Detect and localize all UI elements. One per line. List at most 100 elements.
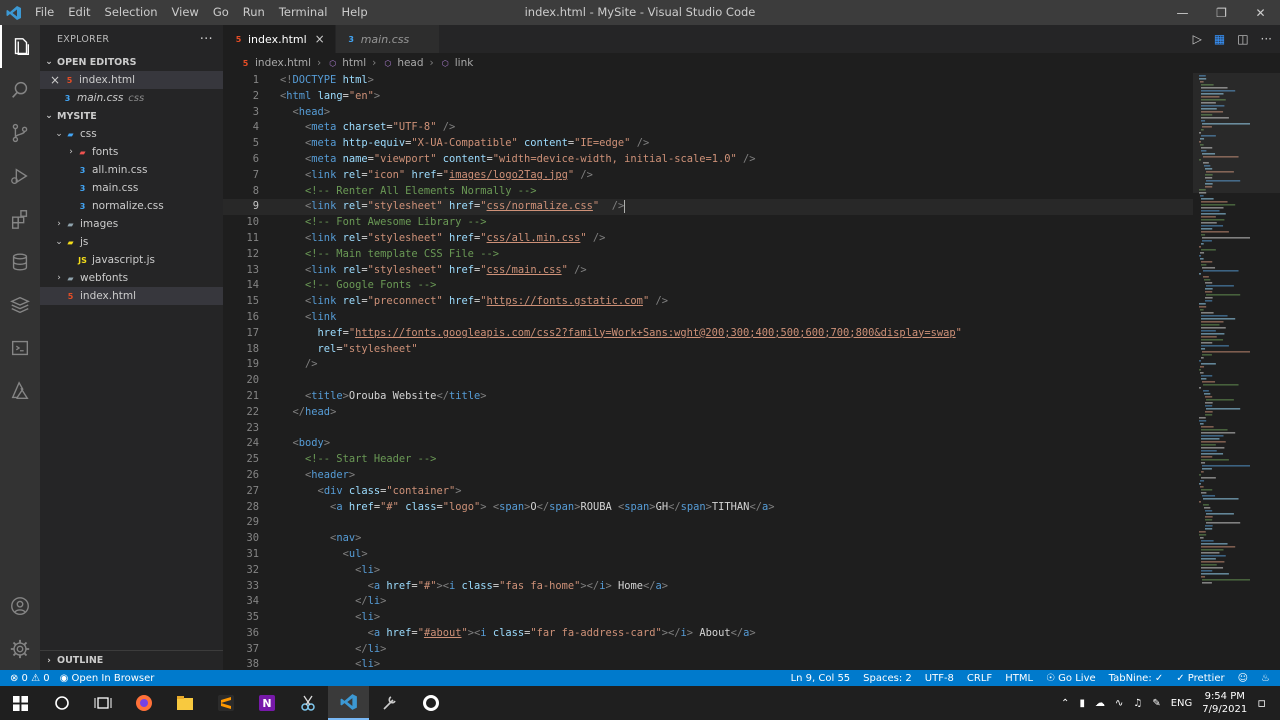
more-actions-icon[interactable]: ··· <box>1261 32 1272 46</box>
code-line[interactable]: 21 <title>Orouba Website</title> <box>223 389 1193 405</box>
prettier-status[interactable]: ✓ Prettier <box>1176 673 1224 684</box>
code-line[interactable]: 16 <link <box>223 310 1193 326</box>
firefox-icon[interactable] <box>123 686 164 720</box>
code-line[interactable]: 25 <!-- Start Header --> <box>223 452 1193 468</box>
code-line[interactable]: 14 <!-- Google Fonts --> <box>223 278 1193 294</box>
minimap[interactable] <box>1193 73 1280 670</box>
docker-icon[interactable] <box>0 283 40 326</box>
close-icon[interactable]: ✕ <box>1241 0 1280 25</box>
code-line[interactable]: 38 <li> <box>223 657 1193 670</box>
extensions-icon[interactable] <box>0 197 40 240</box>
tabnine-status[interactable]: TabNine: ✓ <box>1109 673 1164 684</box>
tree-item[interactable]: › ▰ webfonts <box>40 269 223 287</box>
notifications-icon[interactable]: ♨ <box>1261 673 1270 684</box>
outline-section[interactable]: › OUTLINE <box>40 650 223 670</box>
project-section[interactable]: ⌄ MYSITE <box>40 107 223 125</box>
minimap-slider[interactable] <box>1193 73 1280 193</box>
menu-help[interactable]: Help <box>334 0 374 25</box>
run-icon[interactable]: ▷ <box>1193 32 1202 46</box>
source-control-icon[interactable] <box>0 111 40 154</box>
code-line[interactable]: 13 <link rel="stylesheet" href="css/main… <box>223 263 1193 279</box>
close-icon[interactable]: × <box>315 32 325 46</box>
code-line[interactable]: 35 <li> <box>223 610 1193 626</box>
open-editor-item[interactable]: 3 main.css css <box>40 89 223 107</box>
vscode-taskbar-icon[interactable] <box>328 686 369 720</box>
menu-edit[interactable]: Edit <box>61 0 97 25</box>
code-line[interactable]: 5 <meta http-equiv="X-UA-Compatible" con… <box>223 136 1193 152</box>
menu-selection[interactable]: Selection <box>98 0 165 25</box>
tree-item[interactable]: JS javascript.js <box>40 251 223 269</box>
wifi-icon[interactable]: ∿ <box>1115 698 1123 709</box>
code-line[interactable]: 8 <!-- Renter All Elements Normally --> <box>223 184 1193 200</box>
open-editors-section[interactable]: ⌄ OPEN EDITORS <box>40 53 223 71</box>
code-line[interactable]: 31 <ul> <box>223 547 1193 563</box>
code-line[interactable]: 9 <link rel="stylesheet" href="css/norma… <box>223 199 1193 216</box>
tree-item[interactable]: 3 normalize.css <box>40 197 223 215</box>
more-actions-icon[interactable]: ··· <box>200 32 213 47</box>
code-line[interactable]: 4 <meta charset="UTF-8" /> <box>223 120 1193 136</box>
code-line[interactable]: 7 <link rel="icon" href="images/logo2Tag… <box>223 168 1193 184</box>
code-line[interactable]: 27 <div class="container"> <box>223 484 1193 500</box>
github-icon[interactable] <box>410 686 451 720</box>
tools-icon[interactable] <box>369 686 410 720</box>
breadcrumb-item[interactable]: ⬡ link <box>440 57 474 69</box>
tree-item[interactable]: 3 main.css <box>40 179 223 197</box>
azure-icon[interactable] <box>0 369 40 412</box>
tab-main-css[interactable]: 3 main.css <box>335 25 441 53</box>
code-line[interactable]: 29 <box>223 515 1193 531</box>
code-line[interactable]: 18 rel="stylesheet" <box>223 342 1193 358</box>
language-mode[interactable]: HTML <box>1005 673 1033 684</box>
code-editor[interactable]: 1 <!DOCTYPE html> 2 <html lang="en"> 3 <head… <box>223 73 1193 670</box>
tree-item[interactable]: ⌄ ▰ css <box>40 125 223 143</box>
menu-file[interactable]: File <box>28 0 61 25</box>
cortana-icon[interactable] <box>41 686 82 720</box>
onenote-icon[interactable]: N <box>246 686 287 720</box>
settings-gear-icon[interactable] <box>0 627 40 670</box>
feedback-icon[interactable]: ☺ <box>1238 673 1248 684</box>
run-debug-icon[interactable] <box>0 154 40 197</box>
code-line[interactable]: 6 <meta name="viewport" content="width=d… <box>223 152 1193 168</box>
eol-status[interactable]: CRLF <box>967 673 992 684</box>
explorer-icon[interactable] <box>0 25 40 68</box>
code-line[interactable]: 22 </head> <box>223 405 1193 421</box>
volume-icon[interactable]: ♫ <box>1133 698 1142 709</box>
code-line[interactable]: 17 href="https://fonts.googleapis.com/cs… <box>223 326 1193 342</box>
notification-center-icon[interactable]: ▫ <box>1257 696 1266 711</box>
windows-start-icon[interactable] <box>0 686 41 720</box>
indentation-status[interactable]: Spaces: 2 <box>863 673 912 684</box>
tab-index-html[interactable]: 5 index.html × <box>223 25 336 53</box>
go-live-button[interactable]: ☉ Go Live <box>1046 673 1096 684</box>
close-icon[interactable]: × <box>48 73 62 87</box>
code-line[interactable]: 10 <!-- Font Awesome Library --> <box>223 215 1193 231</box>
code-line[interactable]: 36 <a href="#about"><i class="far fa-add… <box>223 626 1193 642</box>
code-line[interactable]: 2 <html lang="en"> <box>223 89 1193 105</box>
code-line[interactable]: 20 <box>223 373 1193 389</box>
tree-item[interactable]: 3 all.min.css <box>40 161 223 179</box>
tree-item[interactable]: ⌄ ▰ js <box>40 233 223 251</box>
breadcrumb-item[interactable]: ⬡ head <box>382 57 423 69</box>
code-line[interactable]: 1 <!DOCTYPE html> <box>223 73 1193 89</box>
database-icon[interactable] <box>0 240 40 283</box>
open-preview-icon[interactable]: ▦ <box>1214 32 1225 46</box>
clock[interactable]: 9:54 PM 7/9/2021 <box>1202 690 1247 716</box>
code-line[interactable]: 37 </li> <box>223 642 1193 658</box>
code-line[interactable]: 28 <a href="#" class="logo"> <span>O</sp… <box>223 500 1193 516</box>
chevron-up-icon[interactable]: ⌃ <box>1061 698 1069 709</box>
input-language[interactable]: ENG <box>1171 698 1193 709</box>
tree-item[interactable]: › ▰ images <box>40 215 223 233</box>
code-line[interactable]: 24 <body> <box>223 436 1193 452</box>
breadcrumb-item[interactable]: 5 index.html <box>240 57 311 69</box>
pen-icon[interactable]: ✎ <box>1152 698 1160 709</box>
task-view-icon[interactable] <box>82 686 123 720</box>
sublime-text-icon[interactable] <box>205 686 246 720</box>
search-icon[interactable] <box>0 68 40 111</box>
encoding-status[interactable]: UTF-8 <box>925 673 954 684</box>
minimize-icon[interactable]: — <box>1163 0 1202 25</box>
tree-item[interactable]: › ▰ fonts <box>40 143 223 161</box>
open-editor-item[interactable]: × 5 index.html <box>40 71 223 89</box>
code-line[interactable]: 15 <link rel="preconnect" href="https://… <box>223 294 1193 310</box>
code-line[interactable]: 32 <li> <box>223 563 1193 579</box>
code-line[interactable]: 3 <head> <box>223 105 1193 121</box>
code-line[interactable]: 12 <!-- Main template CSS File --> <box>223 247 1193 263</box>
tree-item[interactable]: 5 index.html <box>40 287 223 305</box>
